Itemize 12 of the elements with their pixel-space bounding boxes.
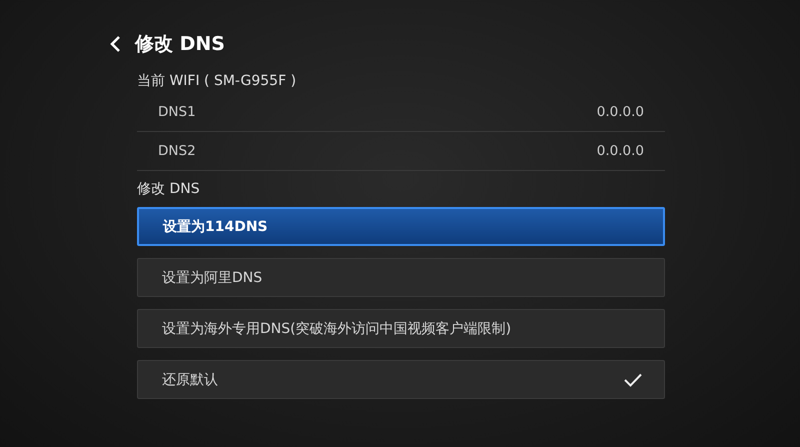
dns-label: DNS1 [158, 104, 196, 120]
page-title: 修改 DNS [135, 32, 225, 57]
dns-value: 0.0.0.0 [596, 104, 644, 120]
back-icon[interactable] [109, 35, 121, 53]
dns-option[interactable]: 设置为海外专用DNS(突破海外访问中国视频客户端限制) [137, 309, 665, 348]
dns-option[interactable]: 设置为114DNS [137, 207, 665, 246]
dns-value: 0.0.0.0 [596, 143, 644, 159]
dns-option[interactable]: 还原默认 [137, 360, 665, 399]
dns-option[interactable]: 设置为阿里DNS [137, 258, 665, 297]
section-label: 修改 DNS [137, 180, 201, 199]
section-label: 当前 WIFI ( SM-G955F ) [137, 72, 298, 91]
dns-label: DNS2 [158, 143, 196, 159]
